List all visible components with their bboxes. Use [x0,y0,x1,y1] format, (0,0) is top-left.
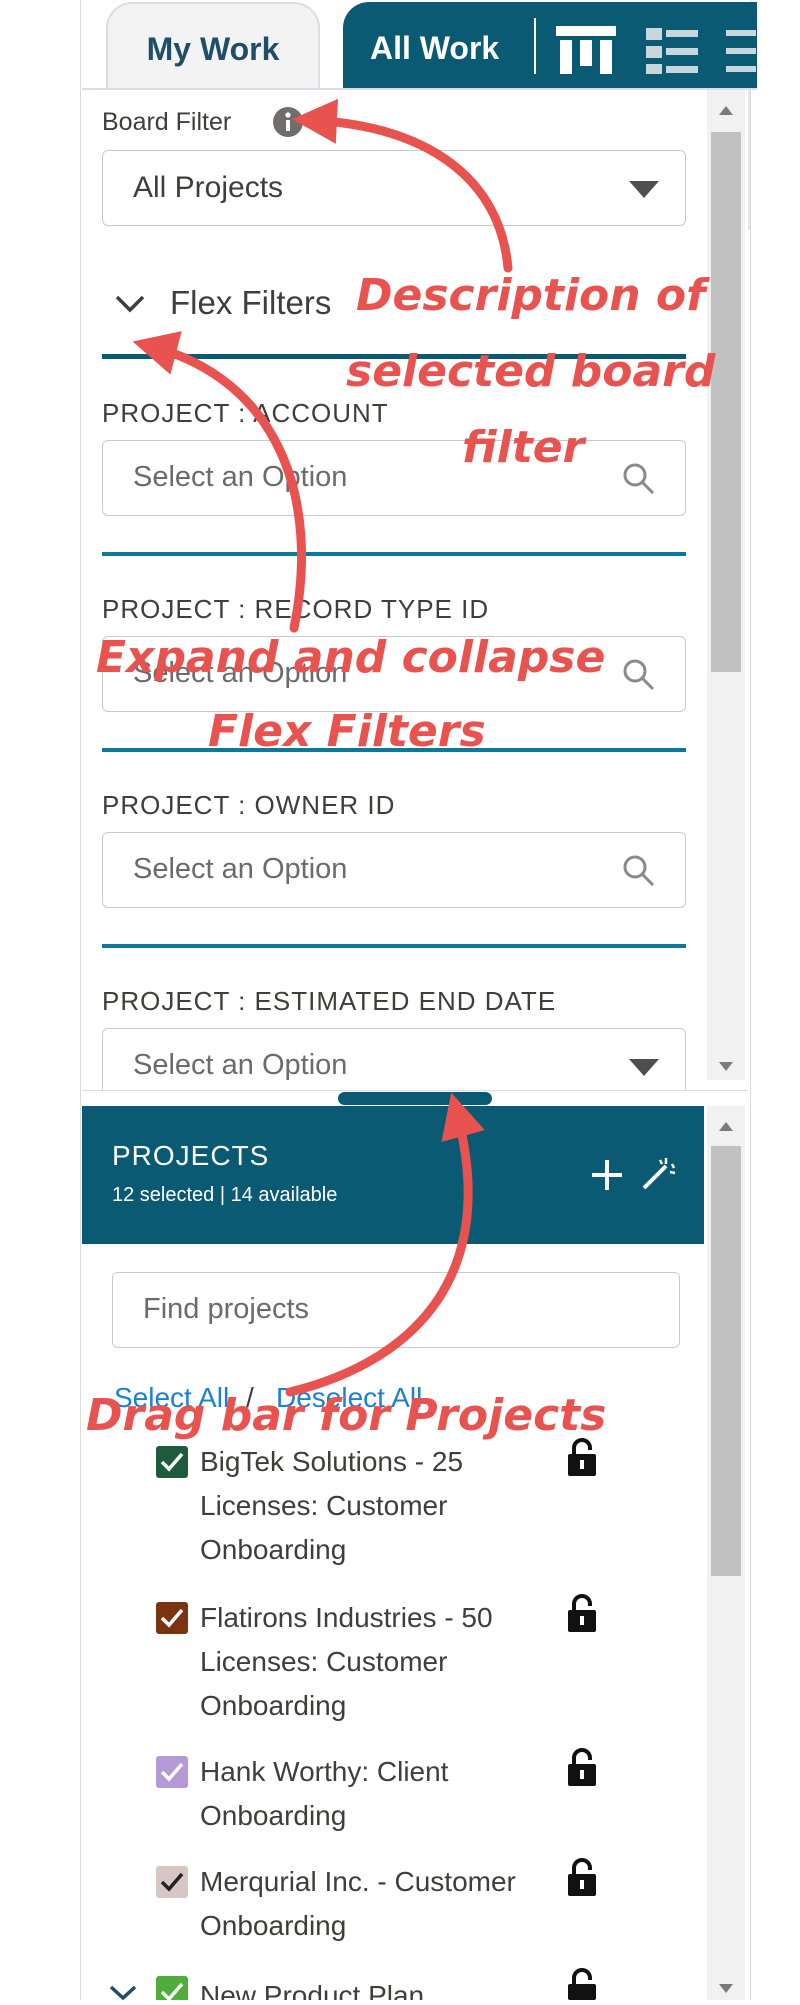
annotation-text: Description of [356,270,706,321]
annotation-text: Drag bar for Projects [86,1390,607,1441]
annotation-text: filter [462,422,585,473]
annotation-text: Expand and collapse [96,632,606,683]
annotation-arrow [285,1092,485,1397]
annotation-arrow [132,331,306,633]
annotation-arrow [292,98,513,273]
annotation-text: Flex Filters [208,706,486,757]
annotation-text: selected board [346,346,716,397]
